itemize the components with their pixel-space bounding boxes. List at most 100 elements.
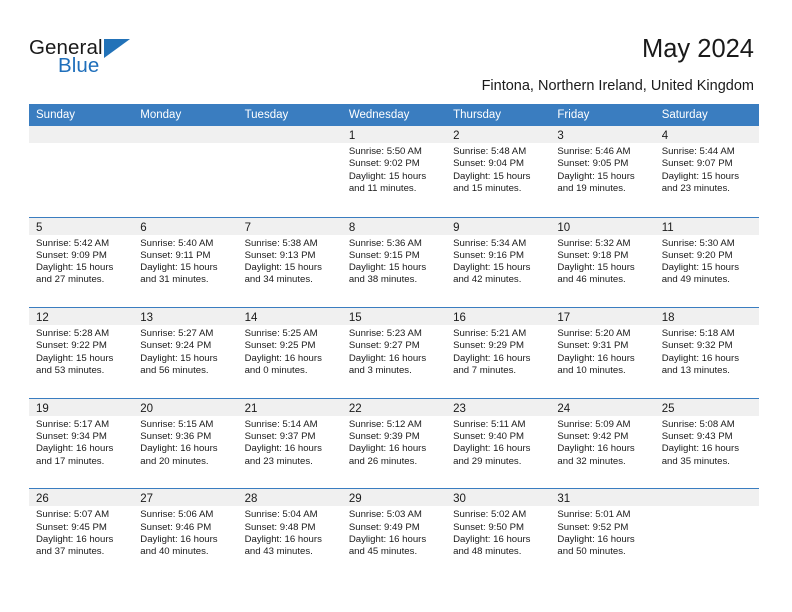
sunset-text: Sunset: 9:40 PM [453, 431, 525, 443]
daylight-text-line1: Daylight: 15 hours [140, 352, 218, 364]
day-cell[interactable]: 2 Sunrise: 5:48 AM Sunset: 9:04 PM Daylight… [446, 126, 551, 217]
daylight-text-line1: Daylight: 16 hours [453, 352, 531, 364]
day-cell[interactable]: 21 Sunrise: 5:14 AM Sunset: 9:37 PM Dayligh… [237, 398, 342, 489]
weekday-header-saturday: Saturday [661, 109, 708, 121]
day-cell-empty [133, 126, 238, 217]
day-number-band: 10 [550, 217, 655, 235]
daylight-text-line1: Daylight: 16 hours [661, 352, 740, 364]
sunrise-text: Sunrise: 5:08 AM [661, 418, 735, 430]
day-cell[interactable]: 18 Sunrise: 5:18 AM Sunset: 9:32 PM Dayligh… [654, 308, 759, 398]
sunrise-text: Sunrise: 5:42 AM [36, 237, 110, 249]
day-sun-info: Sunrise: 5:40 AM Sunset: 9:11 PM Daylight:… [133, 235, 237, 287]
day-cell[interactable]: 26 Sunrise: 5:07 AM Sunset: 9:45 PM Dayligh… [29, 489, 134, 579]
day-cell[interactable]: 19 Sunrise: 5:17 AM Sunset: 9:34 PM Dayligh… [29, 398, 134, 489]
day-cell[interactable]: 20 Sunrise: 5:15 AM Sunset: 9:36 PM Dayligh… [133, 398, 238, 489]
day-sun-info: Sunrise: 5:17 AM Sunset: 9:34 PM Daylight:… [29, 416, 133, 468]
day-sun-info: Sunrise: 5:38 AM Sunset: 9:13 PM Daylight:… [238, 235, 342, 287]
sunrise-text: Sunrise: 5:14 AM [244, 418, 318, 430]
day-cell[interactable]: 16 Sunrise: 5:21 AM Sunset: 9:29 PM Dayligh… [446, 308, 551, 398]
day-sun-info: Sunrise: 5:18 AM Sunset: 9:32 PM Daylight:… [655, 325, 759, 377]
day-number-band: 8 [341, 217, 447, 235]
day-cell[interactable]: 8 Sunrise: 5:36 AM Sunset: 9:15 PM Daylight… [341, 217, 447, 308]
day-number: 15 [348, 312, 362, 325]
day-cell[interactable]: 23 Sunrise: 5:11 AM Sunset: 9:40 PM Dayligh… [446, 398, 551, 489]
day-cell[interactable]: 5 Sunrise: 5:42 AM Sunset: 9:09 PM Daylight… [29, 217, 134, 308]
day-cell[interactable]: 9 Sunrise: 5:34 AM Sunset: 9:16 PM Daylight… [446, 217, 551, 308]
day-number-band: 15 [341, 308, 447, 326]
sunrise-text: Sunrise: 5:21 AM [453, 328, 527, 340]
day-number: 16 [453, 312, 466, 325]
day-number-band [654, 489, 759, 507]
day-number: 6 [140, 221, 147, 234]
day-cell[interactable]: 27 Sunrise: 5:06 AM Sunset: 9:46 PM Dayligh… [133, 489, 238, 579]
day-number-band: 16 [446, 308, 551, 326]
day-number-band: 19 [29, 398, 134, 416]
day-number: 9 [453, 221, 460, 234]
daylight-text-line1: Daylight: 15 hours [36, 262, 114, 274]
sunrise-text: Sunrise: 5:01 AM [557, 509, 631, 521]
day-cell[interactable]: 10 Sunrise: 5:32 AM Sunset: 9:18 PM Dayligh… [550, 217, 655, 308]
day-cell[interactable]: 7 Sunrise: 5:38 AM Sunset: 9:13 PM Daylight… [237, 217, 342, 308]
weekday-header-thursday: Thursday [453, 109, 502, 121]
day-number-band: 26 [29, 489, 134, 507]
day-number-band: 25 [654, 398, 759, 416]
daylight-text-line1: Daylight: 15 hours [661, 262, 740, 274]
day-number: 29 [348, 493, 362, 506]
calendar-week-row: 19 Sunrise: 5:17 AM Sunset: 9:34 PM Dayligh… [29, 397, 759, 489]
daylight-text-line1: Daylight: 15 hours [36, 352, 114, 364]
sunset-text: Sunset: 9:43 PM [661, 431, 733, 443]
day-cell[interactable]: 15 Sunrise: 5:23 AM Sunset: 9:27 PM Dayligh… [341, 308, 447, 398]
daylight-text-line2: and 32 minutes. [557, 455, 626, 467]
daylight-text-line2: and 20 minutes. [140, 455, 209, 467]
day-cell[interactable]: 28 Sunrise: 5:04 AM Sunset: 9:48 PM Dayligh… [237, 489, 342, 579]
day-number: 23 [453, 402, 466, 415]
sunrise-text: Sunrise: 5:30 AM [661, 237, 735, 249]
day-number-band: 30 [446, 489, 551, 507]
sunset-text: Sunset: 9:16 PM [453, 249, 525, 261]
day-cell[interactable]: 4 Sunrise: 5:44 AM Sunset: 9:07 PM Daylight… [654, 126, 759, 217]
day-cell[interactable]: 13 Sunrise: 5:27 AM Sunset: 9:24 PM Dayligh… [133, 308, 238, 398]
day-number: 8 [348, 221, 356, 234]
day-cell[interactable]: 11 Sunrise: 5:30 AM Sunset: 9:20 PM Dayligh… [654, 217, 759, 308]
day-sun-info: Sunrise: 5:21 AM Sunset: 9:29 PM Daylight:… [446, 325, 550, 377]
sunset-text: Sunset: 9:04 PM [453, 158, 525, 170]
day-cell[interactable]: 31 Sunrise: 5:01 AM Sunset: 9:52 PM Dayligh… [550, 489, 655, 579]
sunset-text: Sunset: 9:15 PM [348, 249, 420, 261]
day-cell[interactable]: 24 Sunrise: 5:09 AM Sunset: 9:42 PM Dayligh… [550, 398, 655, 489]
day-sun-info: Sunrise: 5:44 AM Sunset: 9:07 PM Daylight:… [655, 143, 759, 195]
sunset-text: Sunset: 9:22 PM [36, 340, 107, 352]
day-sun-info: Sunrise: 5:46 AM Sunset: 9:05 PM Daylight:… [550, 143, 654, 195]
sunset-text: Sunset: 9:09 PM [36, 249, 107, 261]
day-cell[interactable]: 30 Sunrise: 5:02 AM Sunset: 9:50 PM Dayligh… [446, 489, 551, 579]
daylight-text-line2: and 35 minutes. [661, 455, 730, 467]
day-sun-info: Sunrise: 5:15 AM Sunset: 9:36 PM Daylight:… [133, 416, 237, 468]
sunset-text: Sunset: 9:24 PM [140, 340, 212, 352]
daylight-text-line1: Daylight: 16 hours [557, 352, 635, 364]
day-number: 24 [557, 402, 571, 415]
day-number: 19 [36, 402, 49, 415]
sunset-text: Sunset: 9:42 PM [557, 431, 629, 443]
day-cell[interactable]: 29 Sunrise: 5:03 AM Sunset: 9:49 PM Dayligh… [341, 489, 447, 579]
sunrise-text: Sunrise: 5:12 AM [348, 418, 422, 430]
sunrise-text: Sunrise: 5:32 AM [557, 237, 631, 249]
sunrise-text: Sunrise: 5:18 AM [661, 328, 735, 340]
day-number-band: 4 [654, 126, 759, 143]
day-cell[interactable]: 17 Sunrise: 5:20 AM Sunset: 9:31 PM Dayligh… [550, 308, 655, 398]
day-cell[interactable]: 14 Sunrise: 5:25 AM Sunset: 9:25 PM Dayligh… [237, 308, 342, 398]
day-cell[interactable]: 25 Sunrise: 5:08 AM Sunset: 9:43 PM Dayligh… [654, 398, 759, 489]
page-subtitle: Fintona, Northern Ireland, United Kingdo… [481, 78, 754, 94]
general-blue-logo: General Blue [29, 37, 169, 87]
day-number-band [133, 126, 238, 143]
sunrise-text: Sunrise: 5:34 AM [453, 237, 527, 249]
day-cell[interactable]: 12 Sunrise: 5:28 AM Sunset: 9:22 PM Dayligh… [29, 308, 134, 398]
day-cell[interactable]: 3 Sunrise: 5:46 AM Sunset: 9:05 PM Daylight… [550, 126, 655, 217]
daylight-text-line2: and 3 minutes. [348, 365, 412, 377]
day-cell[interactable]: 1 Sunrise: 5:50 AM Sunset: 9:02 PM Daylight… [341, 126, 447, 217]
day-number-band: 20 [133, 398, 238, 416]
day-cell[interactable]: 6 Sunrise: 5:40 AM Sunset: 9:11 PM Daylight… [133, 217, 238, 308]
day-number-band: 22 [341, 398, 447, 416]
day-cell[interactable]: 22 Sunrise: 5:12 AM Sunset: 9:39 PM Dayligh… [341, 398, 447, 489]
day-sun-info: Sunrise: 5:07 AM Sunset: 9:45 PM Daylight:… [29, 506, 133, 558]
day-number-band: 17 [550, 308, 655, 326]
day-sun-info: Sunrise: 5:12 AM Sunset: 9:39 PM Daylight:… [342, 416, 446, 468]
